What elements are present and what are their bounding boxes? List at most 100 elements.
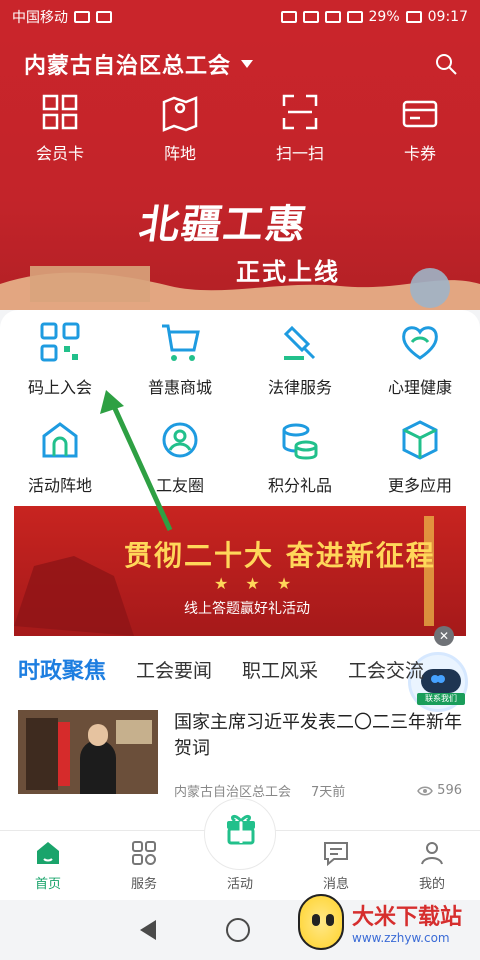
time-text: 09:17 — [427, 9, 468, 25]
mute-icon — [280, 11, 297, 23]
eye-icon — [417, 786, 434, 795]
quick-scan[interactable]: 扫一扫 — [252, 92, 348, 164]
quick-coupon[interactable]: 卡券 — [372, 92, 468, 164]
quick-position[interactable]: 阵地 — [132, 92, 228, 164]
tab-union-exchange[interactable]: 工会交流 — [348, 656, 424, 683]
thumb-painting — [116, 720, 152, 744]
map-pin-icon — [162, 96, 198, 132]
promo-stars: ★ ★ ★ — [214, 574, 298, 593]
wifi-icon — [324, 11, 341, 23]
hero-title: 北疆工惠 — [136, 201, 311, 248]
house-icon — [42, 422, 78, 458]
news-text: 国家主席习近平发表二〇二三年新年贺词 内蒙古自治区总工会 7天前 596 — [174, 710, 462, 800]
service-mall[interactable]: 普惠商城 — [120, 320, 240, 398]
hero-banner[interactable]: 北疆工惠 正式上线 — [0, 174, 480, 310]
services-icon — [132, 841, 156, 865]
service-label: 法律服务 — [267, 378, 332, 397]
org-selector[interactable]: 内蒙古自治区总工会 — [24, 48, 254, 80]
user-icon — [421, 842, 443, 865]
gift-icon — [227, 814, 255, 845]
status-bar: 中国移动 29% 09:17 — [0, 0, 480, 34]
service-label: 心理健康 — [387, 378, 452, 397]
service-more-apps[interactable]: 更多应用 — [360, 418, 480, 496]
location-icon — [96, 11, 112, 23]
quick-label: 扫一扫 — [275, 144, 324, 163]
status-right: 29% 09:17 — [280, 9, 468, 25]
card-icon — [402, 100, 438, 128]
service-points-gifts[interactable]: 积分礼品 — [240, 418, 360, 496]
scan-icon — [282, 94, 318, 130]
home-icon — [37, 842, 59, 864]
quick-label: 卡券 — [403, 144, 436, 163]
news-meta: 内蒙古自治区总工会 7天前 596 — [174, 781, 462, 800]
message-icon — [324, 842, 348, 867]
signal-icon — [346, 11, 363, 23]
hero-header: 内蒙古自治区总工会 会员卡 阵地 扫一扫 卡券 北疆工惠 正式上线 — [0, 34, 480, 310]
battery-icon — [405, 11, 422, 23]
site-watermark: 大米下载站 www.zzhyw.com — [298, 888, 468, 956]
service-mental-health[interactable]: 心理健康 — [360, 320, 480, 398]
nav-services[interactable]: 服务 — [96, 831, 192, 900]
quick-actions: 会员卡 阵地 扫一扫 卡券 — [0, 92, 480, 164]
content-card: 码上入会 普惠商城 法律服务 心理健康 活动阵地 工友圈 积分礼品 更多应用 贯… — [0, 310, 480, 830]
service-label: 更多应用 — [387, 476, 452, 495]
news-views: 596 — [417, 783, 462, 798]
views-count: 596 — [437, 783, 462, 798]
thumb-head — [88, 724, 108, 746]
nav-label: 服务 — [130, 877, 157, 892]
thumb-shelf — [26, 718, 58, 790]
qrcode-icon — [40, 322, 80, 362]
service-label: 码上入会 — [27, 378, 92, 397]
coins-icon — [282, 423, 318, 460]
news-source: 内蒙古自治区总工会 — [174, 785, 292, 800]
quick-label: 阵地 — [163, 144, 196, 163]
grid-icon — [42, 94, 78, 130]
wechat-icon — [74, 11, 90, 23]
battery-text: 29% — [368, 9, 400, 25]
news-item[interactable]: 国家主席习近平发表二〇二三年新年贺词 内蒙古自治区总工会 7天前 596 — [18, 710, 462, 800]
watermark-big: 大米下载站 — [352, 905, 463, 930]
service-grid: 码上入会 普惠商城 法律服务 心理健康 活动阵地 工友圈 积分礼品 更多应用 — [0, 320, 480, 496]
thumb-flag — [58, 722, 70, 786]
back-icon[interactable] — [140, 920, 156, 940]
status-left: 中国移动 — [12, 7, 112, 27]
hd-icon — [302, 11, 319, 23]
news-title: 国家主席习近平发表二〇二三年新年贺词 — [174, 712, 462, 759]
tab-union-news[interactable]: 工会要闻 — [136, 656, 212, 683]
news-time: 7天前 — [311, 785, 346, 800]
org-title: 内蒙古自治区总工会 — [24, 54, 232, 79]
activity-center-button[interactable] — [204, 798, 276, 870]
close-icon[interactable]: ✕ — [434, 626, 454, 646]
hero-subtitle: 正式上线 — [236, 258, 340, 286]
robot-label: 联系我们 — [417, 693, 465, 705]
annotation-arrow — [100, 390, 173, 532]
service-label: 积分礼品 — [267, 476, 332, 495]
watermark-small: www.zzhyw.com — [352, 931, 450, 945]
carrier-text: 中国移动 — [12, 10, 68, 26]
nav-label: 首页 — [34, 877, 61, 892]
promo-banner[interactable]: 贯彻二十大 奋进新征程 ★ ★ ★ 线上答题赢好礼活动 — [14, 506, 466, 636]
law-icon — [283, 325, 316, 360]
watermark-text: 大米下载站 www.zzhyw.com — [352, 899, 462, 945]
quick-label: 会员卡 — [35, 144, 84, 163]
home-system-icon[interactable] — [226, 918, 250, 942]
thumb-person — [80, 740, 116, 794]
service-legal[interactable]: 法律服务 — [240, 320, 360, 398]
heart-icon — [402, 326, 438, 360]
search-icon[interactable] — [434, 52, 458, 76]
tab-politics[interactable]: 时政聚焦 — [18, 653, 107, 687]
news-thumbnail — [18, 710, 158, 794]
nav-label: 活动 — [226, 877, 253, 892]
promo-subtitle: 线上答题赢好礼活动 — [184, 601, 310, 617]
tab-worker-style[interactable]: 职工风采 — [242, 656, 318, 683]
promo-title: 贯彻二十大 奋进新征程 — [124, 539, 436, 572]
service-label: 活动阵地 — [27, 476, 92, 495]
nav-home[interactable]: 首页 — [0, 831, 96, 900]
chevron-down-icon — [241, 60, 254, 68]
news-tabs: 时政聚焦 工会要闻 职工风采 工会交流 — [0, 646, 480, 692]
cart-icon — [162, 324, 200, 361]
service-join-union[interactable]: 码上入会 — [0, 320, 120, 398]
quick-member-card[interactable]: 会员卡 — [12, 92, 108, 164]
mascot-logo-icon — [298, 894, 344, 950]
mascot-eye — [326, 914, 334, 926]
